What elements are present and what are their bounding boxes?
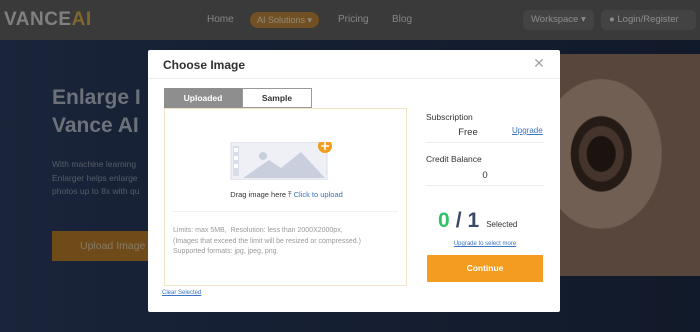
tab-sample[interactable]: Sample [242, 88, 312, 108]
close-icon[interactable]: ✕ [532, 56, 546, 70]
tab-uploaded[interactable]: Uploaded [164, 88, 242, 108]
selection-counter: 0 / 1 Selected [438, 209, 550, 233]
subscription-label: Subscription [426, 112, 473, 122]
selected-label: Selected [486, 220, 518, 229]
click-to-upload-link[interactable]: Click to upload [294, 190, 343, 199]
selection-separator: / [455, 209, 462, 232]
modal-title: Choose Image [163, 58, 246, 72]
selection-total: 1 [467, 209, 480, 232]
subscription-divider [426, 142, 544, 143]
selected-count: 0 [438, 209, 450, 232]
credit-balance-label: Credit Balance [426, 154, 482, 164]
drop-zone-divider [173, 211, 398, 212]
upload-limits-text: Limits: max 5MB, Resolution: less than 2… [173, 227, 361, 255]
continue-button[interactable]: Continue [427, 255, 543, 282]
image-drop-zone[interactable]: Drag image here ⤒ Click to upload Limits… [164, 108, 407, 286]
subscription-value: Free [458, 127, 478, 138]
credit-divider [426, 185, 544, 186]
image-placeholder-icon [229, 142, 333, 180]
upgrade-link[interactable]: Upgrade [512, 126, 543, 135]
drop-instructions: Drag image here ⤒ Click to upload [230, 190, 343, 199]
modal-divider [148, 78, 560, 79]
upload-icon: ⤒ [288, 190, 292, 199]
upgrade-to-select-more-link[interactable]: Upgrade to select more [426, 241, 544, 247]
clear-selected-link[interactable]: Clear Selected [162, 290, 201, 296]
credit-balance-value: 0 [482, 170, 488, 181]
choose-image-modal: Choose Image ✕ Uploaded Sample Drag imag… [148, 50, 560, 312]
